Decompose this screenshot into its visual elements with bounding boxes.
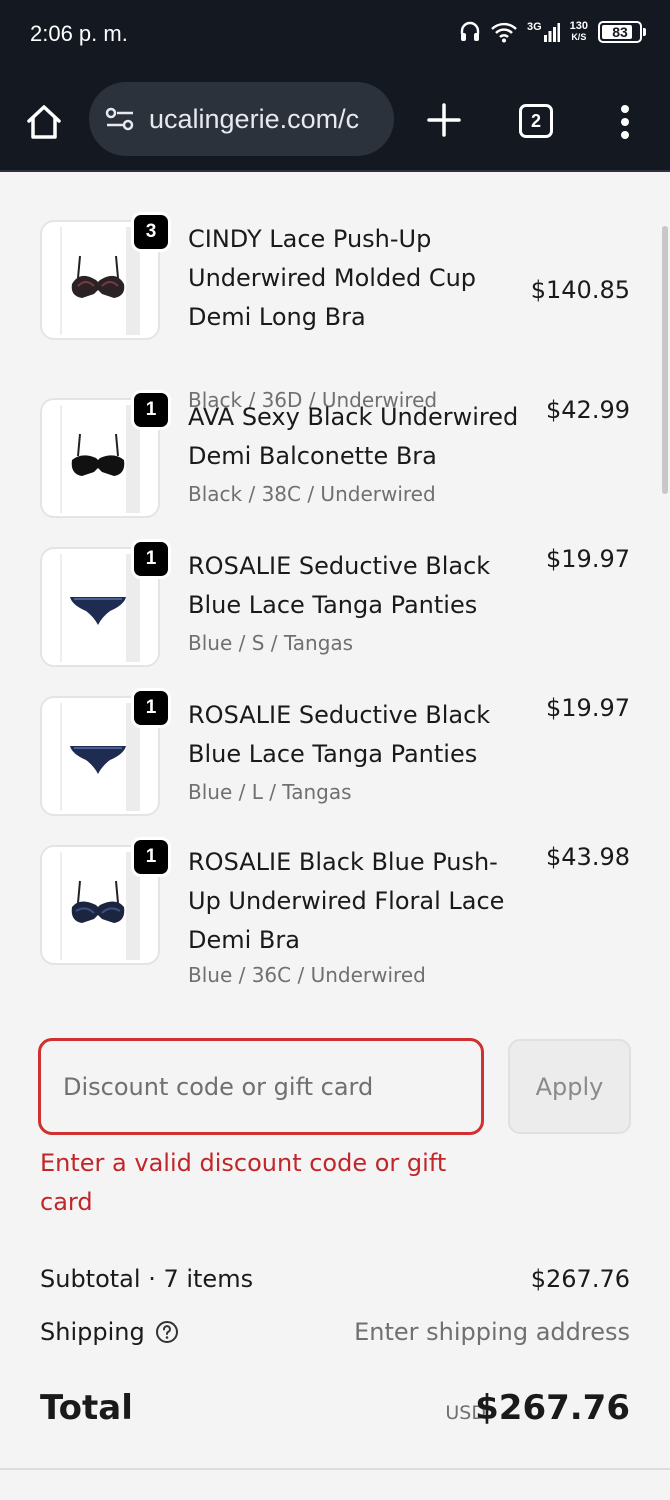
shipping-label: Shipping: [40, 1318, 145, 1346]
item-title: AVA Sexy Black Underwired Demi Balconett…: [188, 403, 519, 470]
page-scrollbar[interactable]: [662, 226, 668, 494]
total-value: $267.76: [475, 1388, 630, 1428]
battery-percent: 83: [612, 24, 628, 40]
apply-discount-button[interactable]: Apply: [508, 1039, 631, 1134]
item-variant: Blue / S / Tangas: [188, 631, 354, 655]
status-bar: 2:06 p. m. 3G 130 K/S 83: [0, 0, 670, 72]
divider: [0, 1468, 670, 1470]
quantity-badge: 1: [131, 688, 171, 728]
item-price: $140.85: [530, 276, 630, 304]
network-type: 3G: [526, 21, 542, 33]
subtotal-value: $267.76: [530, 1265, 630, 1293]
battery-indicator: 83: [598, 21, 646, 43]
signal-bars-icon: [543, 23, 560, 42]
bra-image-icon: [71, 880, 125, 923]
status-time: 2:06 p. m.: [30, 21, 128, 46]
headset-icon: [460, 21, 480, 41]
item-title: ROSALIE Seductive Black Blue Lace Tanga …: [188, 701, 491, 768]
item-variant: Blue / L / Tangas: [188, 780, 352, 804]
panties-image-icon: [70, 746, 126, 774]
quantity-badge: 1: [131, 837, 171, 877]
help-icon[interactable]: [155, 1320, 179, 1344]
quantity-badge: 1: [131, 539, 171, 579]
tabs-icon[interactable]: 2: [519, 104, 553, 138]
wifi-icon: [491, 22, 517, 43]
discount-code-input[interactable]: [38, 1038, 484, 1135]
url-text: ucalingerie.com/c: [149, 103, 360, 134]
shipping-value: Enter shipping address: [354, 1318, 630, 1346]
item-variant: Blue / 36C / Underwired: [188, 963, 426, 987]
item-title: CINDY Lace Push-Up Underwired Molded Cup…: [188, 225, 477, 331]
bra-image-icon: [71, 255, 125, 298]
bra-image-icon: [71, 433, 125, 476]
item-title: ROSALIE Seductive Black Blue Lace Tanga …: [188, 552, 491, 619]
item-price: $43.98: [546, 843, 630, 871]
speed-unit: K/S: [571, 32, 587, 42]
site-settings-icon[interactable]: [105, 106, 135, 132]
speed-value: 130: [569, 20, 588, 32]
address-bar[interactable]: ucalingerie.com/c: [89, 82, 394, 156]
panties-image-icon: [70, 597, 126, 625]
item-title: ROSALIE Black Blue Push-Up Underwired Fl…: [188, 848, 505, 954]
browser-toolbar: ucalingerie.com/c 2: [0, 72, 670, 172]
item-price: $19.97: [546, 694, 630, 722]
item-variant: Black / 38C / Underwired: [188, 482, 436, 506]
cell-signal: 3G: [527, 22, 560, 42]
item-price: $42.99: [546, 396, 630, 424]
total-label: Total: [40, 1388, 133, 1428]
item-price: $19.97: [546, 545, 630, 573]
home-icon[interactable]: [24, 102, 64, 142]
quantity-badge: 1: [131, 390, 171, 430]
discount-error-message: Enter a valid discount code or gift card: [40, 1149, 447, 1216]
status-icons: 3G 130 K/S 83: [459, 20, 646, 44]
more-vert-icon[interactable]: [612, 102, 638, 142]
net-speed: 130 K/S: [570, 21, 588, 43]
quantity-badge: 3: [131, 212, 171, 252]
plus-icon[interactable]: [424, 100, 464, 140]
subtotal-label: Subtotal · 7 items: [40, 1265, 254, 1293]
